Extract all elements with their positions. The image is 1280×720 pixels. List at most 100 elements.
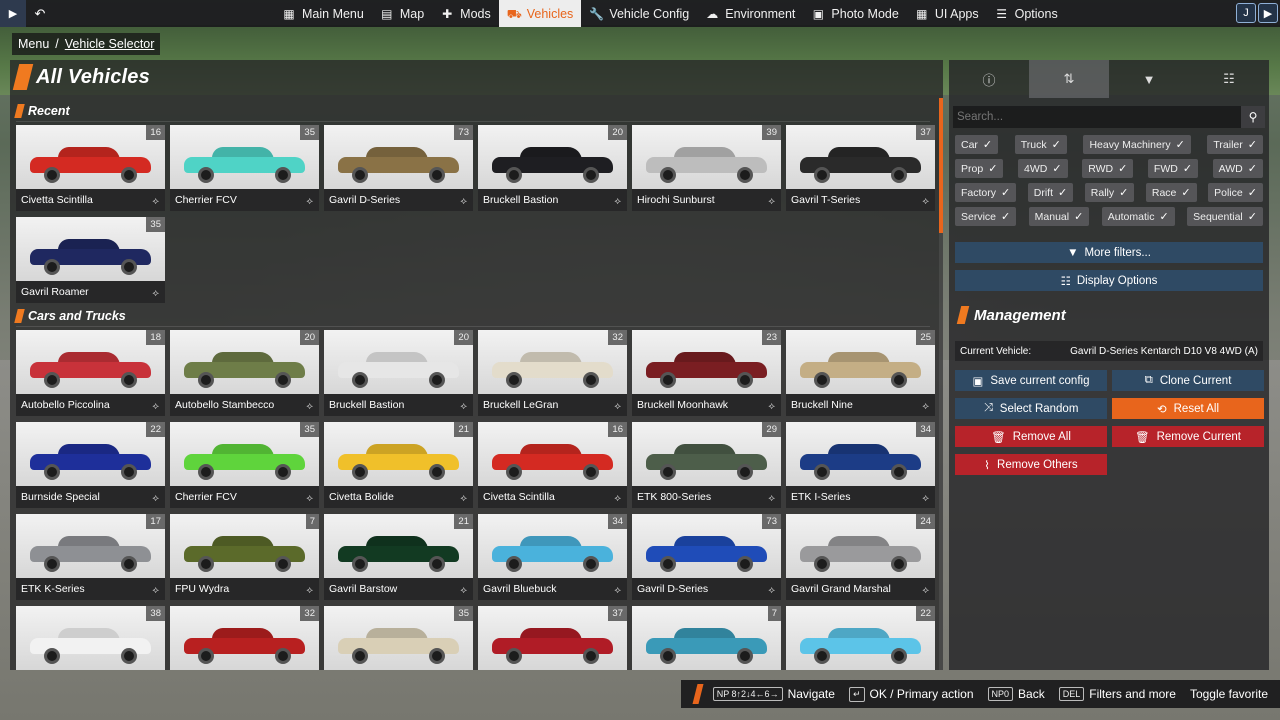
configs-icon[interactable]: ⟡ [460, 401, 467, 412]
remove-current-button[interactable]: 🗑 Remove Current [1112, 426, 1264, 447]
vehicle-card[interactable]: 35 Gavril Roamer ⟡ [16, 217, 165, 303]
configs-icon[interactable]: ⟡ [460, 493, 467, 504]
side-tab-filter[interactable]: ▼ [1109, 60, 1189, 98]
breadcrumb-menu[interactable]: Menu [18, 37, 49, 51]
configs-icon[interactable]: ⟡ [922, 196, 929, 207]
vehicle-card[interactable]: 23 Bruckell Moonhawk ⟡ [632, 330, 781, 416]
configs-icon[interactable]: ⟡ [306, 493, 313, 504]
vehicle-card[interactable]: 34 Gavril Bluebuck ⟡ [478, 514, 627, 600]
filter-chip[interactable]: 4WD ✓ [1018, 159, 1068, 178]
remove-all-button[interactable]: 🗑 Remove All [955, 426, 1107, 447]
filter-chip[interactable]: Car ✓ [955, 135, 999, 154]
resume-button[interactable]: ▶ [1258, 3, 1278, 23]
save-config-button[interactable]: ▣ Save current config [955, 370, 1107, 391]
vehicle-card[interactable]: 22 Burnside Special ⟡ [16, 422, 165, 508]
vehicle-card[interactable]: 32 Bruckell LeGran ⟡ [478, 330, 627, 416]
vehicle-card[interactable]: 20 Bruckell Bastion ⟡ [324, 330, 473, 416]
configs-icon[interactable]: ⟡ [306, 585, 313, 596]
vehicle-card[interactable]: 25 Bruckell Nine ⟡ [786, 330, 935, 416]
filter-chip[interactable]: AWD ✓ [1212, 159, 1263, 178]
filter-chip[interactable]: Truck ✓ [1014, 135, 1067, 154]
search-input[interactable] [953, 111, 1241, 123]
side-tab-list-sort[interactable]: ⇅ [1029, 60, 1109, 98]
filter-chip[interactable]: Rally ✓ [1084, 183, 1135, 202]
configs-icon[interactable]: ⟡ [922, 401, 929, 412]
vehicle-card[interactable]: 24 Gavril Grand Marshal ⟡ [786, 514, 935, 600]
vehicle-card[interactable]: 21 Civetta Bolide ⟡ [324, 422, 473, 508]
configs-icon[interactable]: ⟡ [152, 288, 159, 299]
configs-icon[interactable]: ⟡ [768, 401, 775, 412]
configs-icon[interactable]: ⟡ [460, 585, 467, 596]
nav-puzzle[interactable]: ✚ Mods [432, 0, 499, 27]
configs-icon[interactable]: ⟡ [768, 196, 775, 207]
configs-icon[interactable]: ⟡ [306, 196, 313, 207]
more-filters-button[interactable]: ▼ More filters... [955, 242, 1263, 263]
filter-chip[interactable]: Factory ✓ [955, 183, 1017, 202]
vehicle-card[interactable]: 20 Autobello Stambecco ⟡ [170, 330, 319, 416]
vehicle-card[interactable]: 16 Civetta Scintilla ⟡ [16, 125, 165, 211]
vehicle-card[interactable]: 22⟡ [786, 606, 935, 670]
select-random-button[interactable]: ⤨ Select Random [955, 398, 1107, 419]
nav-main-menu[interactable]: ▦ Main Menu [274, 0, 372, 27]
configs-icon[interactable]: ⟡ [614, 196, 621, 207]
nav-camera[interactable]: ▣ Photo Mode [803, 0, 906, 27]
vehicle-card[interactable]: 34 ETK I-Series ⟡ [786, 422, 935, 508]
configs-icon[interactable]: ⟡ [152, 401, 159, 412]
configs-icon[interactable]: ⟡ [152, 585, 159, 596]
vehicle-card[interactable]: 73 Gavril D-Series ⟡ [324, 125, 473, 211]
remove-others-button[interactable]: ⌇ Remove Others [955, 454, 1107, 475]
vehicle-card[interactable]: 39 Hirochi Sunburst ⟡ [632, 125, 781, 211]
nav-apps[interactable]: ▦ UI Apps [907, 0, 987, 27]
vehicle-card[interactable]: 17 ETK K-Series ⟡ [16, 514, 165, 600]
nav-cloud-sun[interactable]: ☁ Environment [697, 0, 803, 27]
filter-chip[interactable]: Sequential ✓ [1187, 207, 1263, 226]
vehicle-card[interactable]: 73 Gavril D-Series ⟡ [632, 514, 781, 600]
filter-chip[interactable]: Trailer ✓ [1207, 135, 1263, 154]
filter-chip[interactable]: Service ✓ [955, 207, 1017, 226]
vehicle-card[interactable]: 38⟡ [16, 606, 165, 670]
vehicle-card[interactable]: 29 ETK 800-Series ⟡ [632, 422, 781, 508]
vehicle-card[interactable]: 35 Cherrier FCV ⟡ [170, 125, 319, 211]
play-button[interactable]: ▶ [0, 0, 26, 27]
filter-chip[interactable]: Prop ✓ [955, 159, 1004, 178]
filter-chip[interactable]: Automatic ✓ [1101, 207, 1175, 226]
filter-chip[interactable]: RWD ✓ [1082, 159, 1134, 178]
display-options-button[interactable]: ☷ Display Options [955, 270, 1263, 291]
filter-chip[interactable]: Race ✓ [1145, 183, 1197, 202]
reset-all-button[interactable]: ⟲ Reset All [1112, 398, 1264, 419]
vehicle-card[interactable]: 16 Civetta Scintilla ⟡ [478, 422, 627, 508]
scrollbar-thumb[interactable] [939, 98, 943, 233]
nav-wrench[interactable]: 🔧 Vehicle Config [581, 0, 697, 27]
filter-chip[interactable]: Manual ✓ [1028, 207, 1090, 226]
vehicle-card[interactable]: 35 Cherrier FCV ⟡ [170, 422, 319, 508]
filter-chip[interactable]: Police ✓ [1208, 183, 1263, 202]
controller-mode-button[interactable]: J [1236, 3, 1256, 23]
configs-icon[interactable]: ⟡ [614, 585, 621, 596]
side-tab-info[interactable]: ⓘ [949, 60, 1029, 98]
vehicle-card[interactable]: 37 Gavril T-Series ⟡ [786, 125, 935, 211]
vehicle-card[interactable]: 32⟡ [170, 606, 319, 670]
filter-chip[interactable]: Drift ✓ [1027, 183, 1074, 202]
vehicle-card[interactable]: 35⟡ [324, 606, 473, 670]
nav-car[interactable]: ⛟ Vehicles [498, 0, 582, 27]
configs-icon[interactable]: ⟡ [306, 401, 313, 412]
vehicle-card[interactable]: 21 Gavril Barstow ⟡ [324, 514, 473, 600]
nav-map[interactable]: ▤ Map [372, 0, 432, 27]
vehicle-card[interactable]: 7 FPU Wydra ⟡ [170, 514, 319, 600]
configs-icon[interactable]: ⟡ [922, 585, 929, 596]
side-tab-sliders[interactable]: ☷ [1189, 60, 1269, 98]
clone-current-button[interactable]: ⧉ Clone Current [1112, 370, 1264, 391]
vehicle-card[interactable]: 20 Bruckell Bastion ⟡ [478, 125, 627, 211]
configs-icon[interactable]: ⟡ [614, 401, 621, 412]
configs-icon[interactable]: ⟡ [152, 493, 159, 504]
configs-icon[interactable]: ⟡ [614, 493, 621, 504]
configs-icon[interactable]: ⟡ [768, 493, 775, 504]
configs-icon[interactable]: ⟡ [152, 196, 159, 207]
filter-chip[interactable]: FWD ✓ [1147, 159, 1199, 178]
configs-icon[interactable]: ⟡ [460, 196, 467, 207]
configs-icon[interactable]: ⟡ [768, 585, 775, 596]
filter-chip[interactable]: Heavy Machinery ✓ [1083, 135, 1191, 154]
configs-icon[interactable]: ⟡ [922, 493, 929, 504]
vehicle-card[interactable]: 37⟡ [478, 606, 627, 670]
vehicle-card[interactable]: 18 Autobello Piccolina ⟡ [16, 330, 165, 416]
